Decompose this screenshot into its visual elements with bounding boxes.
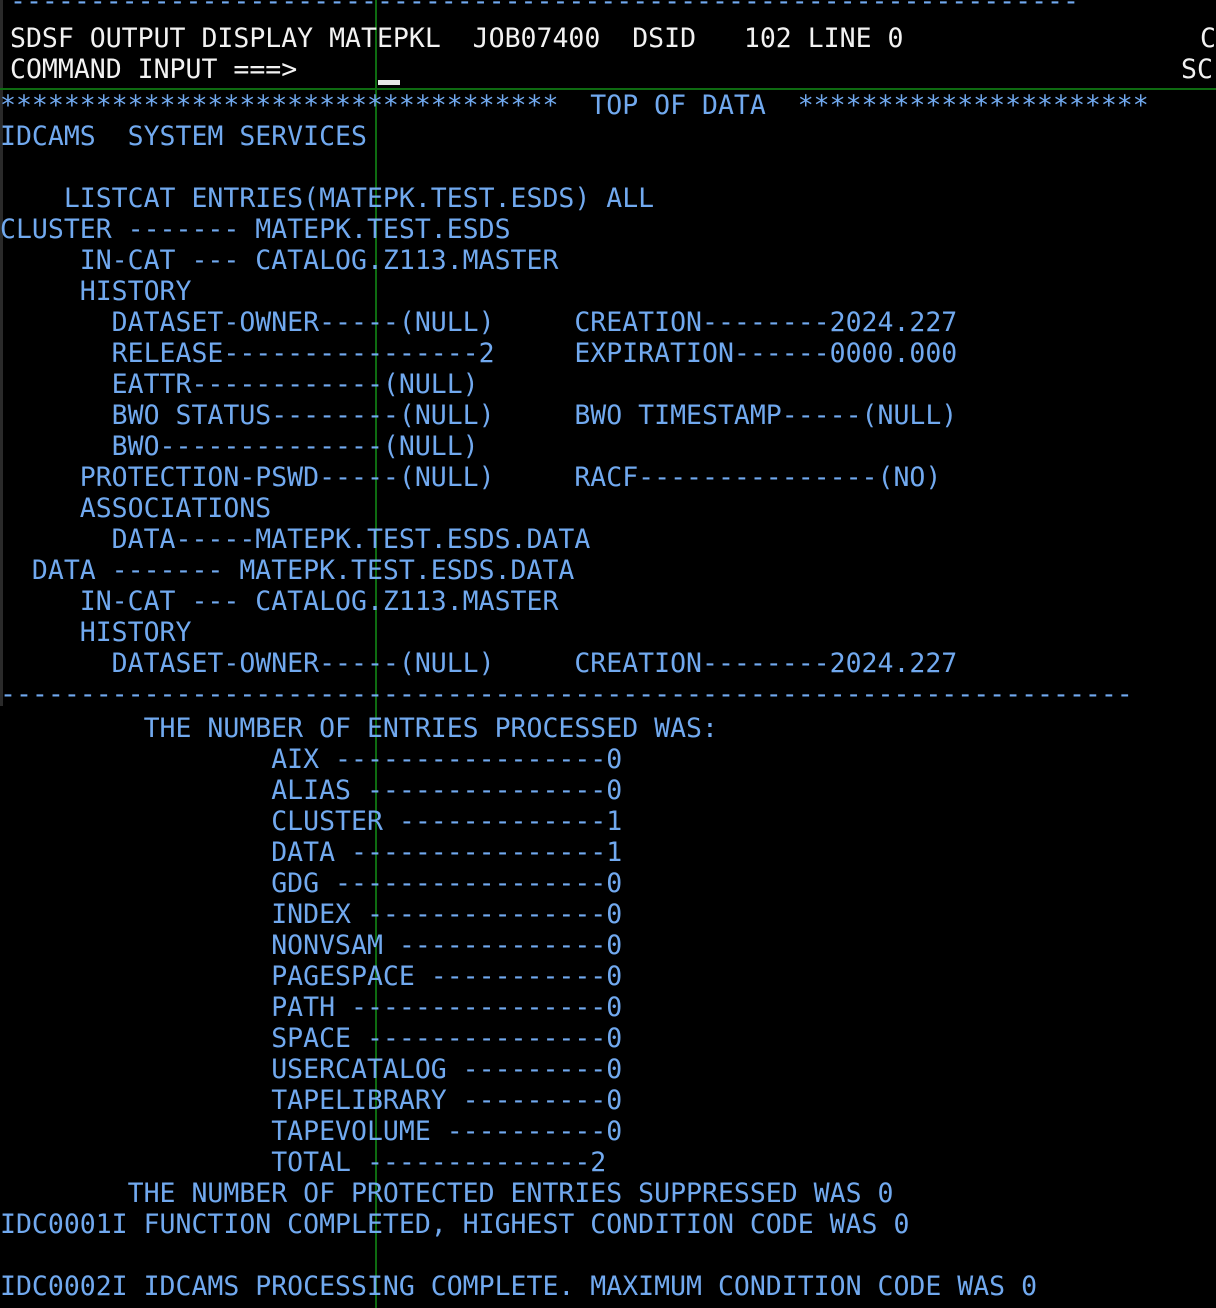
panel-title-line: SDSF OUTPUT DISPLAY MATEPKL JOB07400 DSI…: [10, 23, 904, 54]
command-input-label[interactable]: COMMAND INPUT ===>: [10, 54, 1216, 85]
entry-count-row: GDG -----------------0: [0, 868, 623, 899]
message-idc0002i: IDC0002I IDCAMS PROCESSING COMPLETE. MAX…: [0, 1271, 1038, 1302]
listing-line: ASSOCIATIONS: [0, 493, 272, 524]
listing-line: CLUSTER ------- MATEPK.TEST.ESDS: [0, 214, 511, 245]
listing-line: IN-CAT --- CATALOG.Z113.MASTER: [0, 245, 559, 276]
entry-count-row: TAPELIBRARY ---------0: [0, 1085, 623, 1116]
listing-line: [0, 152, 1216, 183]
entry-count-row: TAPEVOLUME ----------0: [0, 1116, 623, 1147]
listing-line: DATA ------- MATEPK.TEST.ESDS.DATA: [0, 555, 575, 586]
listing-line: DATASET-OWNER-----(NULL) CREATION-------…: [0, 307, 958, 338]
listing-line: DATASET-OWNER-----(NULL) CREATION-------…: [0, 648, 958, 679]
entry-count-row: SPACE ---------------0: [0, 1023, 623, 1054]
protected-entries-line: THE NUMBER OF PROTECTED ENTRIES SUPPRESS…: [0, 1178, 894, 1209]
listing-line: BWO--------------(NULL): [0, 431, 479, 462]
command-input-cursor[interactable]: [378, 80, 400, 85]
top-of-data-banner: *********************************** TOP …: [0, 90, 1149, 121]
entry-count-row: NONVSAM -------------0: [0, 930, 623, 961]
listing-line: EATTR------------(NULL): [0, 369, 479, 400]
entry-count-row: INDEX ---------------0: [0, 899, 623, 930]
entry-count-row: ALIAS ---------------0: [0, 775, 623, 806]
listing-line: DATA-----MATEPK.TEST.ESDS.DATA: [0, 524, 591, 555]
entry-count-row: CLUSTER -------------1: [0, 806, 623, 837]
terminal-screen: ----------------------------------------…: [0, 0, 1216, 1308]
entry-count-row: TOTAL --------------2: [0, 1147, 607, 1178]
entry-count-row: PATH ----------------0: [0, 992, 623, 1023]
entry-count-row: AIX -----------------0: [0, 744, 623, 775]
listing-line: IN-CAT --- CATALOG.Z113.MASTER: [0, 586, 559, 617]
message-idc0001i: IDC0001I FUNCTION COMPLETED, HIGHEST CON…: [0, 1209, 910, 1240]
entry-count-row: USERCATALOG ---------0: [0, 1054, 623, 1085]
listing-line: HISTORY: [0, 617, 192, 648]
entry-count-row: PAGESPACE -----------0: [0, 961, 623, 992]
top-border-dashes: ----------------------------------------…: [10, 0, 1079, 17]
listing-line: IDCAMS SYSTEM SERVICES: [0, 121, 367, 152]
listing-line: BWO STATUS--------(NULL) BWO TIMESTAMP--…: [0, 400, 958, 431]
scroll-label-clipped: SC: [1181, 54, 1213, 85]
entry-count-row: DATA ----------------1: [0, 837, 623, 868]
listing-line: PROTECTION-PSWD-----(NULL) RACF---------…: [0, 462, 942, 493]
entries-processed-heading: THE NUMBER OF ENTRIES PROCESSED WAS:: [0, 713, 718, 744]
listing-line: LISTCAT ENTRIES(MATEPK.TEST.ESDS) ALL: [0, 183, 655, 214]
listing-line: RELEASE----------------2 EXPIRATION-----…: [0, 338, 958, 369]
listing-separator-dashes: ----------------------------------------…: [0, 679, 1133, 710]
listing-line: HISTORY: [0, 276, 192, 307]
panel-title-right-clipped: C: [1200, 23, 1216, 54]
